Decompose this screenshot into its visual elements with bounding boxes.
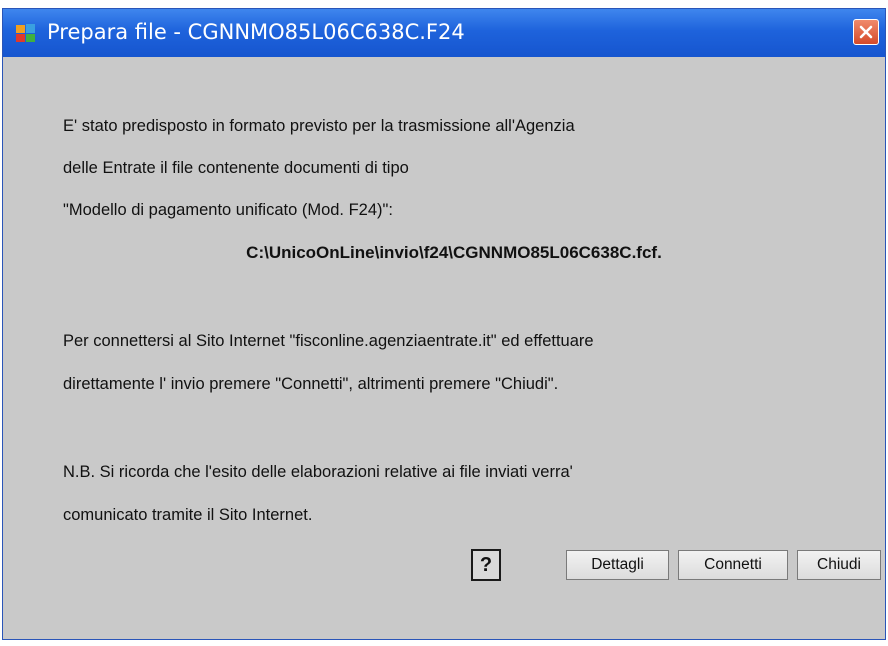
message-line-7: comunicato tramite il Sito Internet. — [63, 506, 313, 524]
window-title: Prepara file - CGNNMO85L06C638C.F24 — [47, 20, 465, 44]
message-line-2: delle Entrate il file contenente documen… — [63, 159, 409, 177]
file-path: C:\UnicoOnLine\invio\f24\CGNNMO85L06C638… — [246, 243, 662, 262]
close-button[interactable]: Chiudi — [797, 550, 881, 580]
message-line-3: "Modello di pagamento unificato (Mod. F2… — [63, 201, 393, 219]
title-bar[interactable]: Prepara file - CGNNMO85L06C638C.F24 — [3, 9, 885, 57]
message-line-1: E' stato predisposto in formato previsto… — [63, 117, 575, 135]
close-icon — [859, 25, 873, 39]
message-line-6: N.B. Si ricorda che l'esito delle elabor… — [63, 463, 573, 481]
details-button[interactable]: Dettagli — [566, 550, 669, 580]
dialog-window: Prepara file - CGNNMO85L06C638C.F24 E' s… — [2, 8, 886, 640]
connect-button[interactable]: Connetti — [678, 550, 788, 580]
close-window-button[interactable] — [853, 19, 879, 45]
help-button[interactable]: ? — [471, 549, 501, 581]
message-line-4: Per connettersi al Sito Internet "fiscon… — [63, 332, 594, 350]
message-line-5: direttamente l' invio premere "Connetti"… — [63, 375, 559, 393]
app-logo-icon — [15, 23, 37, 43]
